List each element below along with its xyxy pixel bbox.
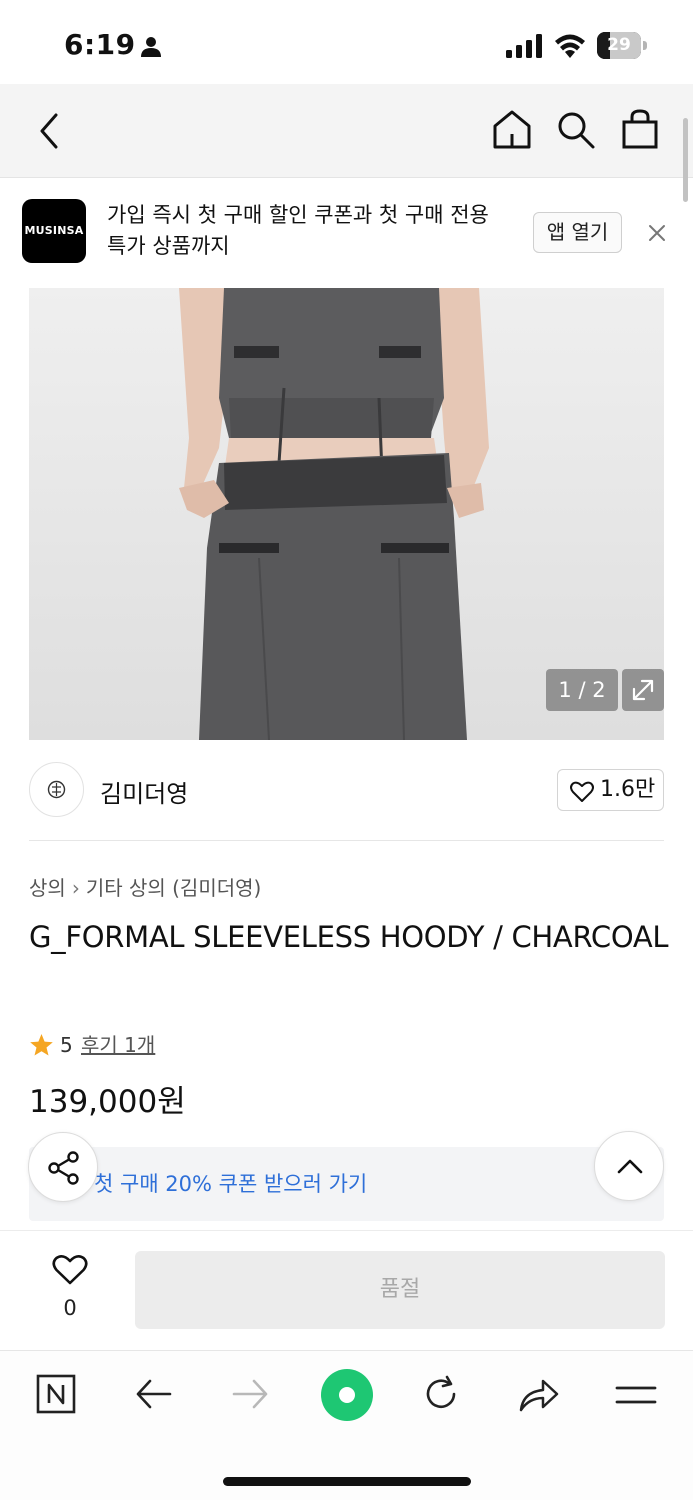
green-dot-icon[interactable]	[320, 1368, 374, 1422]
product-price: 139,000원	[29, 1084, 186, 1120]
home-indicator	[223, 1477, 471, 1486]
battery-level: 29	[607, 35, 631, 55]
shopping-bag-icon[interactable]	[621, 108, 659, 150]
musinsa-logo: MUSINSA	[22, 199, 86, 263]
image-counter: 1 / 2	[546, 669, 618, 711]
status-time: 6:19	[64, 28, 136, 61]
brand-name[interactable]: 김미더영	[100, 774, 188, 809]
soldout-button[interactable]: 품절	[135, 1251, 665, 1329]
rating-score: 5	[60, 1033, 73, 1057]
share-page-icon[interactable]	[517, 1376, 561, 1414]
product-title: G_FORMAL SLEEVELESS HOODY / CHARCOAL	[29, 920, 669, 954]
scroll-top-button[interactable]	[594, 1131, 664, 1201]
close-icon[interactable]	[645, 221, 669, 245]
chevron-up-icon	[617, 1159, 643, 1174]
home-icon[interactable]	[491, 108, 533, 150]
brand-logo-icon	[47, 780, 66, 799]
naver-icon[interactable]	[36, 1374, 76, 1414]
share-button[interactable]	[28, 1132, 98, 1202]
breadcrumb: 상의 › 기타 상의 (김미더영)	[29, 872, 261, 901]
wifi-icon	[555, 34, 585, 58]
banner-message: 가입 즉시 첫 구매 할인 쿠폰과 첫 구매 전용 특가 상품까지	[107, 203, 489, 258]
divider	[29, 840, 664, 841]
app-install-banner: MUSINSA 가입 즉시 첫 구매 할인 쿠폰과 첫 구매 전용 특가 상품까…	[0, 178, 693, 288]
back-icon[interactable]	[134, 1376, 174, 1412]
brand-like-count: 1.6만	[600, 777, 656, 802]
coupon-text: 첫 구매 20% 쿠폰 받으러 가기	[94, 1172, 368, 1196]
battery-indicator: 29	[597, 32, 647, 59]
expand-image-button[interactable]	[622, 669, 664, 711]
nav-header	[0, 84, 693, 178]
person-icon	[141, 37, 161, 57]
open-app-button[interactable]: 앱 열기	[533, 212, 622, 253]
menu-icon[interactable]	[615, 1382, 657, 1408]
refresh-icon[interactable]	[421, 1374, 461, 1414]
breadcrumb-item-category[interactable]: 상의	[29, 872, 66, 901]
wishlist-heart-icon[interactable]	[52, 1254, 88, 1286]
breadcrumb-item-subcategory[interactable]: 기타 상의 (김미더영)	[86, 872, 262, 901]
star-icon	[30, 1034, 53, 1056]
forward-icon[interactable]	[230, 1376, 270, 1412]
brand-avatar[interactable]	[29, 762, 84, 817]
expand-icon	[632, 679, 654, 701]
wishlist-count: 0	[63, 1296, 77, 1320]
scrollbar[interactable]	[683, 118, 688, 202]
brand-like-button[interactable]: 1.6만	[557, 769, 664, 811]
back-arrow-icon[interactable]	[36, 112, 62, 150]
search-icon[interactable]	[556, 110, 596, 150]
heart-icon	[570, 781, 594, 802]
chevron-right-icon: ›	[71, 876, 80, 900]
cellular-signal-icon	[506, 34, 542, 58]
coupon-banner[interactable]: 첫 구매 20% 쿠폰 받으러 가기	[29, 1147, 664, 1221]
status-bar: 6:19 29	[0, 0, 693, 84]
review-link[interactable]: 후기 1개	[81, 1031, 155, 1059]
share-icon	[48, 1151, 79, 1185]
